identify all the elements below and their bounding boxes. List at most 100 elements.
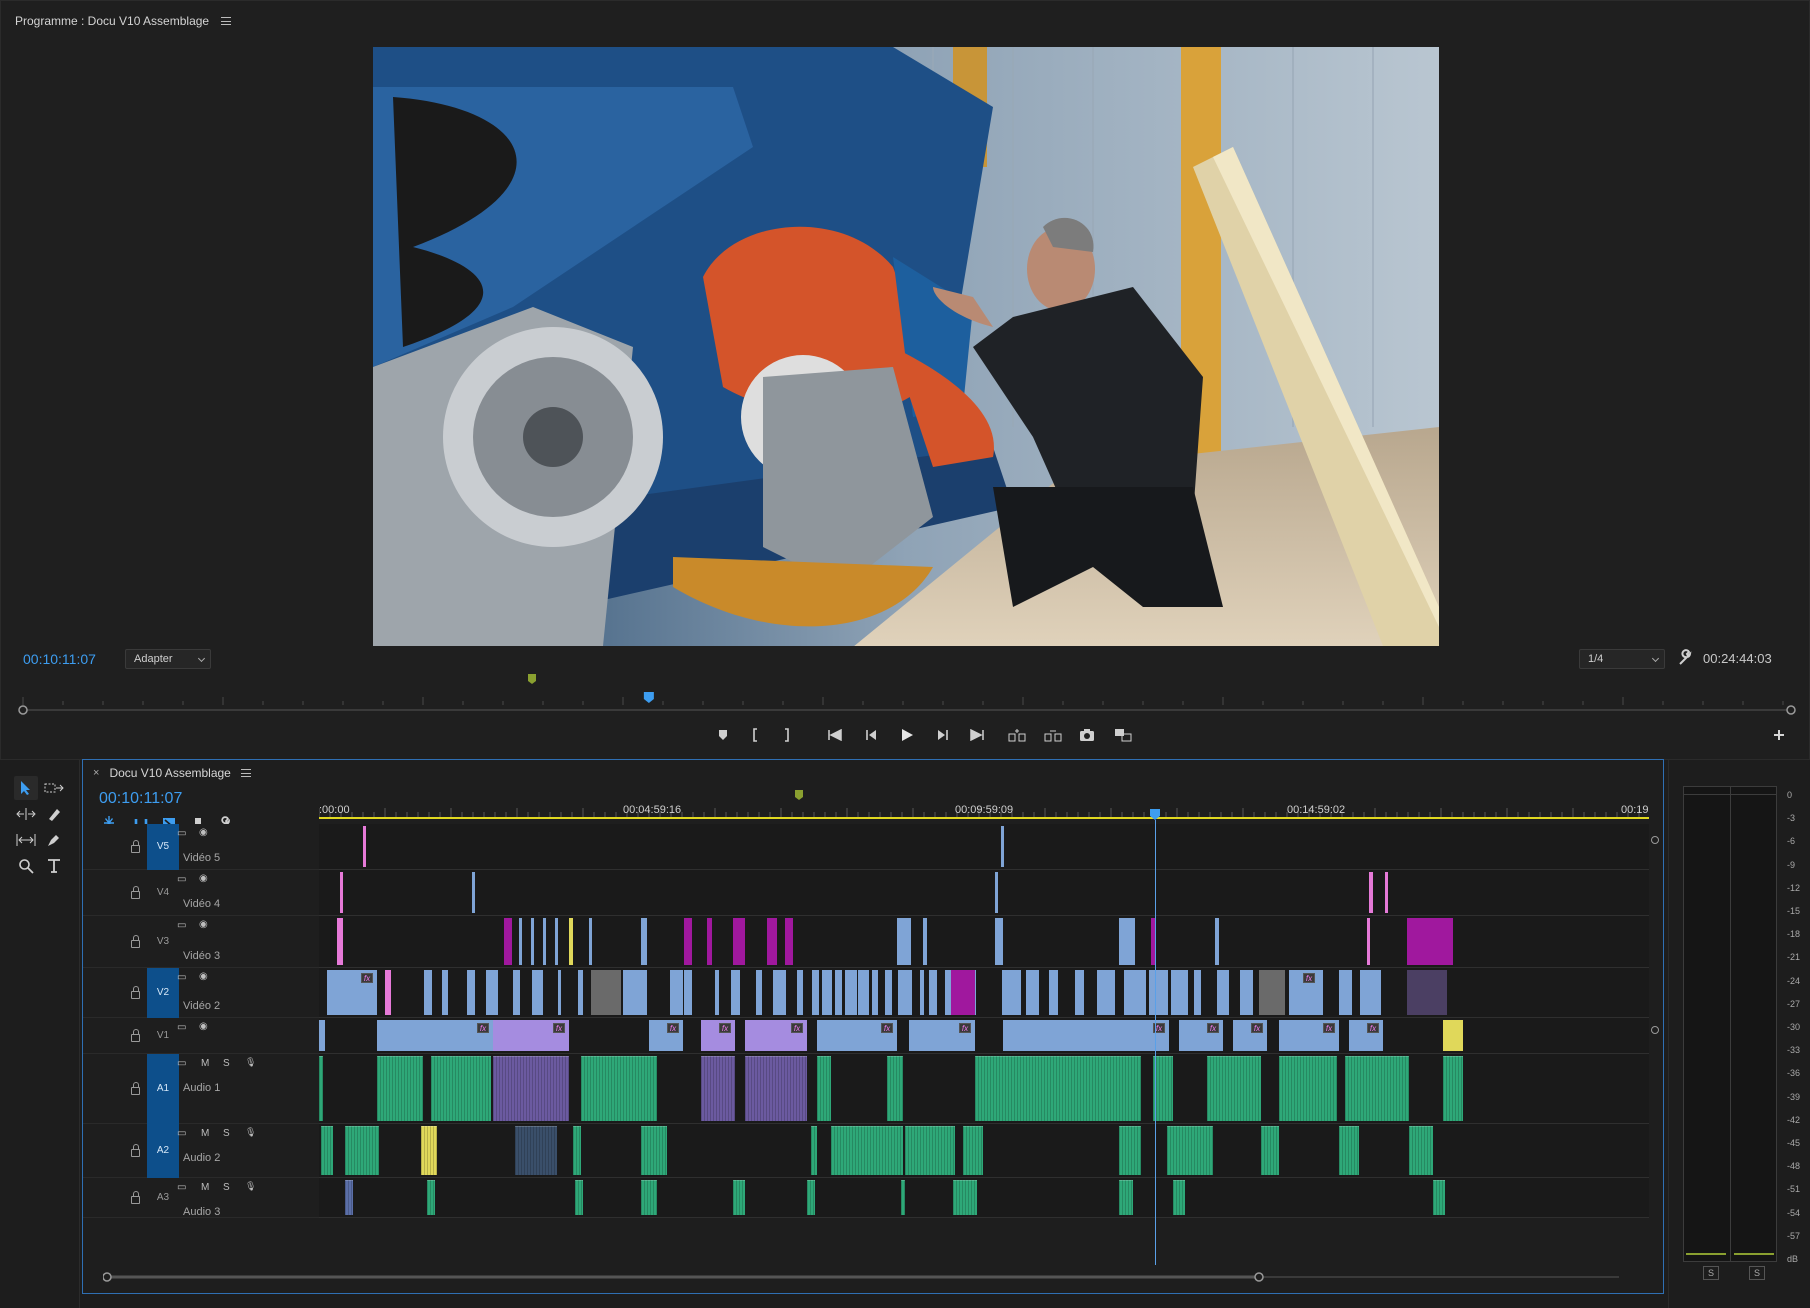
video-clip[interactable]: fx xyxy=(1233,1020,1267,1051)
video-clip[interactable] xyxy=(340,872,343,913)
extract-icon[interactable] xyxy=(1041,723,1065,747)
audio-clip[interactable] xyxy=(493,1056,569,1121)
audio-clip[interactable] xyxy=(1433,1180,1445,1215)
audio-clip[interactable] xyxy=(1279,1056,1337,1121)
sequence-marker[interactable] xyxy=(795,790,803,800)
lock-track-icon[interactable] xyxy=(131,935,140,948)
video-clip[interactable] xyxy=(1259,970,1285,1015)
audio-clip[interactable] xyxy=(641,1126,667,1175)
video-clip[interactable] xyxy=(835,970,842,1015)
video-clip[interactable] xyxy=(755,970,762,1015)
audio-clip[interactable] xyxy=(345,1126,379,1175)
toggle-track-output-eye-icon[interactable]: ◉ xyxy=(199,873,208,884)
video-clip[interactable] xyxy=(1240,970,1253,1015)
video-clip[interactable]: fx xyxy=(327,970,377,1015)
video-clip[interactable] xyxy=(569,918,573,965)
video-clip[interactable] xyxy=(504,918,512,965)
video-clip[interactable] xyxy=(1443,1020,1463,1051)
video-clip[interactable] xyxy=(919,970,925,1015)
audio-clip[interactable] xyxy=(745,1056,807,1121)
program-time-ruler[interactable] xyxy=(17,671,1797,717)
step-back-icon[interactable] xyxy=(859,723,883,747)
toggle-track-output-eye-icon[interactable]: ◉ xyxy=(199,827,208,838)
video-clip[interactable] xyxy=(423,970,433,1015)
selection-tool[interactable] xyxy=(14,776,38,800)
panel-menu-icon[interactable] xyxy=(240,769,251,777)
mute-track-button[interactable]: M xyxy=(201,1182,209,1193)
audio-clip[interactable] xyxy=(431,1056,491,1121)
audio-clip[interactable] xyxy=(701,1056,735,1121)
track-header-a1[interactable]: A1 ▭ M S 🎙 Audio 1 xyxy=(83,1054,319,1124)
video-clip[interactable]: fx xyxy=(493,1020,569,1051)
audio-clip[interactable] xyxy=(1119,1180,1133,1215)
audio-clip[interactable] xyxy=(641,1180,657,1215)
video-clip[interactable] xyxy=(512,970,520,1015)
track-header-v2[interactable]: V2 ▭ ◉ Vidéo 2 xyxy=(83,968,319,1018)
track-lane-v4[interactable] xyxy=(319,870,1649,916)
track-header-a3[interactable]: A3 ▭ M S 🎙 Audio 3 xyxy=(83,1178,319,1218)
audio-clip[interactable] xyxy=(975,1056,1141,1121)
lock-track-icon[interactable] xyxy=(131,886,140,899)
video-clip[interactable] xyxy=(707,918,712,965)
track-target-v1[interactable]: V1 xyxy=(147,1018,179,1054)
video-clip[interactable] xyxy=(442,970,448,1015)
audio-clip[interactable] xyxy=(1153,1056,1173,1121)
video-clip[interactable] xyxy=(797,970,803,1015)
track-target-v4[interactable]: V4 xyxy=(147,870,179,916)
track-target-v3[interactable]: V3 xyxy=(147,916,179,968)
video-clip[interactable] xyxy=(785,918,793,965)
audio-clip[interactable] xyxy=(1409,1126,1433,1175)
video-clip[interactable] xyxy=(897,918,911,965)
video-clip[interactable] xyxy=(845,970,857,1015)
slip-tool[interactable] xyxy=(14,828,38,852)
video-clip[interactable] xyxy=(1194,970,1201,1015)
playhead-marker[interactable] xyxy=(643,692,654,703)
video-clip[interactable] xyxy=(684,970,692,1015)
toggle-sync-lock-icon[interactable]: ▭ xyxy=(177,972,186,983)
video-clip[interactable] xyxy=(923,918,927,965)
audio-clip[interactable] xyxy=(1345,1056,1409,1121)
play-icon[interactable] xyxy=(895,723,919,747)
track-select-tool[interactable] xyxy=(42,776,66,800)
audio-clip[interactable] xyxy=(515,1126,557,1175)
video-clip[interactable]: fx xyxy=(745,1020,807,1051)
lift-icon[interactable] xyxy=(1005,723,1029,747)
video-clip[interactable]: fx xyxy=(1279,1020,1339,1051)
track-header-v5[interactable]: V5 ▭ ◉ Vidéo 5 xyxy=(83,824,319,870)
video-clip[interactable] xyxy=(1096,970,1115,1015)
pen-tool[interactable] xyxy=(42,828,66,852)
video-clip[interactable]: fx xyxy=(1289,970,1319,1015)
video-clip[interactable] xyxy=(995,872,998,913)
video-clip[interactable] xyxy=(812,970,819,1015)
video-clip[interactable] xyxy=(767,918,777,965)
video-clip[interactable] xyxy=(995,918,1003,965)
track-lane-v5[interactable] xyxy=(319,824,1649,870)
scroll-handle-right[interactable] xyxy=(1254,1272,1264,1282)
video-clip[interactable] xyxy=(1119,918,1135,965)
toggle-sync-lock-icon[interactable]: ▭ xyxy=(177,1022,186,1033)
video-clip[interactable] xyxy=(641,918,647,965)
track-target-a3[interactable]: A3 xyxy=(147,1178,179,1218)
toggle-track-output-eye-icon[interactable]: ◉ xyxy=(199,971,208,982)
video-clip[interactable] xyxy=(519,918,522,965)
toggle-track-output-eye-icon[interactable]: ◉ xyxy=(199,919,208,930)
video-clip[interactable] xyxy=(731,970,740,1015)
video-clip[interactable] xyxy=(467,970,476,1015)
audio-clip[interactable] xyxy=(811,1126,817,1175)
button-editor-plus-icon[interactable] xyxy=(1767,723,1791,747)
audio-clip[interactable] xyxy=(1339,1126,1359,1175)
video-clip[interactable] xyxy=(472,872,475,913)
lock-track-icon[interactable] xyxy=(131,1029,140,1042)
audio-clip[interactable] xyxy=(831,1126,903,1175)
video-clip[interactable] xyxy=(1075,970,1084,1015)
track-lane-v3[interactable] xyxy=(319,916,1649,968)
audio-clip[interactable] xyxy=(581,1056,657,1121)
mark-in-icon[interactable] xyxy=(743,723,767,747)
lock-track-icon[interactable] xyxy=(131,840,140,853)
comparison-view-icon[interactable] xyxy=(1111,723,1135,747)
video-clip[interactable] xyxy=(557,970,562,1015)
mark-out-icon[interactable] xyxy=(775,723,799,747)
toggle-track-output-eye-icon[interactable]: ◉ xyxy=(199,1021,208,1032)
video-clip[interactable] xyxy=(625,970,647,1015)
solo-track-button[interactable]: S xyxy=(223,1182,230,1193)
